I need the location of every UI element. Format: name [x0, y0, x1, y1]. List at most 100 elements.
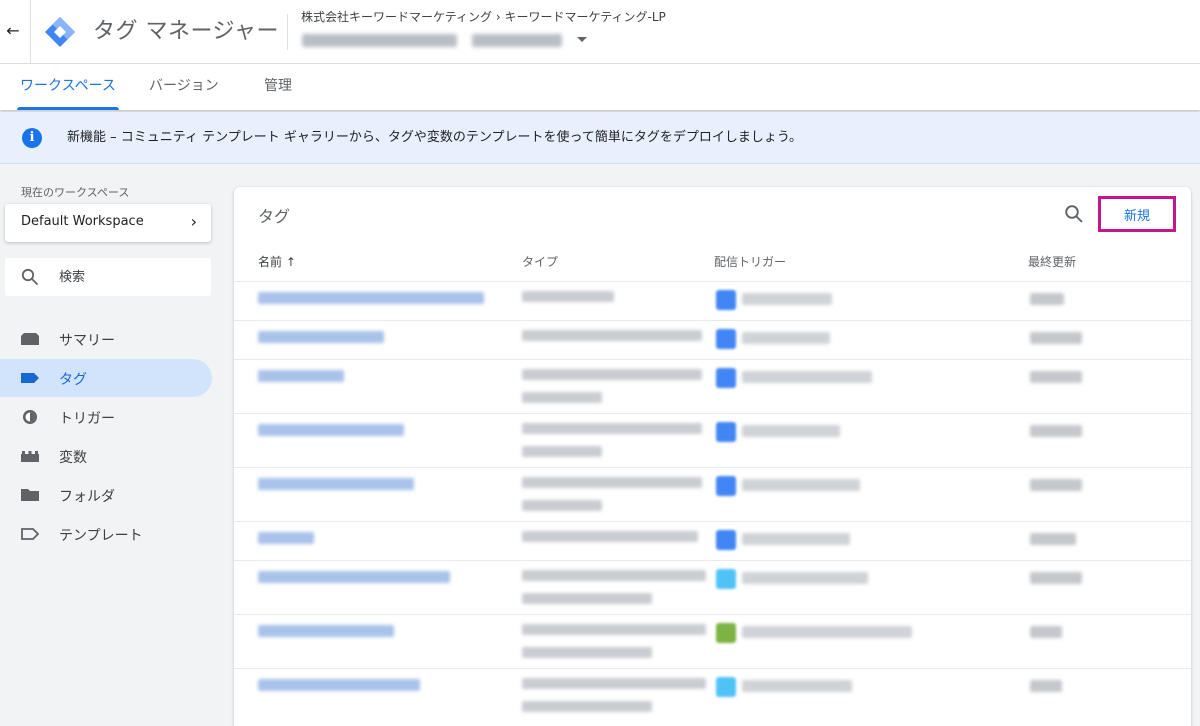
tag-type-redacted: [522, 446, 602, 457]
tag-type-redacted: [522, 647, 652, 658]
sidebar-item-label: 変数: [59, 450, 87, 466]
trigger-icon: [716, 290, 736, 310]
sidebar-item-variables[interactable]: 変数: [0, 437, 212, 475]
sidebar-search[interactable]: [5, 258, 211, 296]
column-header-type[interactable]: タイプ: [522, 253, 558, 270]
trigger-name-redacted[interactable]: [742, 680, 852, 692]
account-breadcrumb[interactable]: 株式会社キーワードマーケティング › キーワードマーケティング-LP: [301, 9, 666, 25]
trigger-name-redacted[interactable]: [742, 293, 832, 305]
updated-date-redacted: [1030, 371, 1082, 383]
card-title: タグ: [258, 207, 291, 226]
table-row[interactable]: [234, 413, 1191, 467]
trigger-icon: [716, 530, 736, 550]
tag-type-redacted: [522, 369, 702, 380]
table-row[interactable]: [234, 560, 1191, 614]
tag-name-redacted[interactable]: [258, 532, 314, 544]
tag-type-redacted: [522, 624, 706, 635]
sidebar-item-label: トリガー: [59, 411, 115, 427]
trigger-name-redacted[interactable]: [742, 572, 868, 584]
sidebar-item-summary[interactable]: サマリー: [0, 320, 212, 358]
tags-card: タグ 新規 名前 ↑ タイプ 配信トリガー 最終更新: [234, 187, 1191, 726]
updated-date-redacted: [1030, 572, 1082, 584]
container-selector[interactable]: [300, 29, 600, 53]
updated-date-redacted: [1030, 425, 1082, 437]
sidebar-item-label: テンプレート: [59, 528, 143, 544]
container-name-redacted: [302, 34, 457, 47]
title-divider: [287, 14, 288, 50]
app-header: ← タグ マネージャー 株式会社キーワードマーケティング › キーワードマーケテ…: [0, 0, 1200, 64]
trigger-name-redacted[interactable]: [742, 425, 840, 437]
sidebar-item-label: フォルダ: [59, 489, 115, 505]
column-header-updated[interactable]: 最終更新: [1028, 253, 1076, 270]
chevron-right-icon: ›: [190, 212, 197, 231]
sidebar-item-label: サマリー: [59, 333, 115, 349]
updated-date-redacted: [1030, 680, 1062, 692]
column-header-name[interactable]: 名前 ↑: [258, 253, 296, 270]
trigger-name-redacted[interactable]: [742, 371, 872, 383]
sidebar-search-input[interactable]: [59, 267, 199, 287]
search-icon[interactable]: [1064, 204, 1084, 224]
trigger-icon: [716, 422, 736, 442]
tab-admin[interactable]: 管理: [264, 64, 292, 110]
tag-name-redacted[interactable]: [258, 424, 404, 436]
workspace-name: Default Workspace: [21, 214, 144, 229]
sidebar-item-label: タグ: [59, 372, 87, 388]
trigger-name-redacted[interactable]: [742, 332, 830, 344]
header-divider: [30, 0, 31, 64]
current-workspace-label: 現在のワークスペース: [21, 186, 130, 199]
variables-icon: [21, 451, 39, 462]
template-icon: [21, 528, 40, 540]
table-row[interactable]: [234, 320, 1191, 359]
tag-name-redacted[interactable]: [258, 571, 450, 583]
updated-date-redacted: [1030, 626, 1062, 638]
sidebar-item-tags[interactable]: タグ: [0, 359, 212, 397]
tab-versions[interactable]: バージョン: [149, 64, 219, 110]
tag-type-redacted: [522, 531, 698, 542]
updated-date-redacted: [1030, 293, 1064, 305]
trigger-icon: [716, 368, 736, 388]
tag-type-redacted: [522, 477, 702, 488]
trigger-name-redacted[interactable]: [742, 479, 860, 491]
tag-type-redacted: [522, 593, 652, 604]
tag-type-redacted: [522, 678, 706, 689]
banner-text[interactable]: 新機能 – コミュニティ テンプレート ギャラリーから、タグや変数のテンプレート…: [67, 128, 802, 148]
tag-type-redacted: [522, 330, 702, 341]
table-row[interactable]: [234, 521, 1191, 560]
sidebar-item-triggers[interactable]: トリガー: [0, 398, 212, 436]
column-header-trigger[interactable]: 配信トリガー: [714, 253, 786, 270]
info-icon: i: [22, 128, 42, 148]
sidebar-item-templates[interactable]: テンプレート: [0, 515, 212, 553]
tag-type-redacted: [522, 570, 706, 581]
table-row[interactable]: [234, 359, 1191, 413]
back-arrow-icon[interactable]: ←: [5, 20, 21, 42]
caret-down-icon: [577, 37, 587, 42]
trigger-name-redacted[interactable]: [742, 626, 912, 638]
new-tag-button[interactable]: 新規: [1098, 196, 1176, 232]
gtm-logo-icon: [45, 17, 75, 47]
trigger-icon: [716, 623, 736, 643]
sidebar-item-folders[interactable]: フォルダ: [0, 476, 212, 514]
search-icon: [21, 268, 39, 286]
folder-icon: [21, 489, 39, 501]
table-row[interactable]: [234, 467, 1191, 521]
updated-date-redacted: [1030, 533, 1076, 545]
tag-name-redacted[interactable]: [258, 625, 394, 637]
tab-workspace[interactable]: ワークスペース: [17, 64, 119, 110]
updated-date-redacted: [1030, 332, 1082, 344]
trigger-icon: [716, 476, 736, 496]
table-row[interactable]: [234, 281, 1191, 320]
table-row[interactable]: [234, 614, 1191, 668]
summary-icon: [21, 333, 39, 345]
tag-name-redacted[interactable]: [258, 679, 420, 691]
tag-name-redacted[interactable]: [258, 331, 384, 343]
table-row[interactable]: [234, 668, 1191, 722]
updated-date-redacted: [1030, 479, 1082, 491]
tag-name-redacted[interactable]: [258, 370, 344, 382]
trigger-icon: [23, 410, 37, 424]
trigger-icon: [716, 569, 736, 589]
tag-name-redacted[interactable]: [258, 292, 484, 304]
tag-name-redacted[interactable]: [258, 478, 414, 490]
workspace-selector[interactable]: Default Workspace ›: [5, 204, 211, 242]
tag-type-redacted: [522, 423, 702, 434]
trigger-name-redacted[interactable]: [742, 533, 850, 545]
